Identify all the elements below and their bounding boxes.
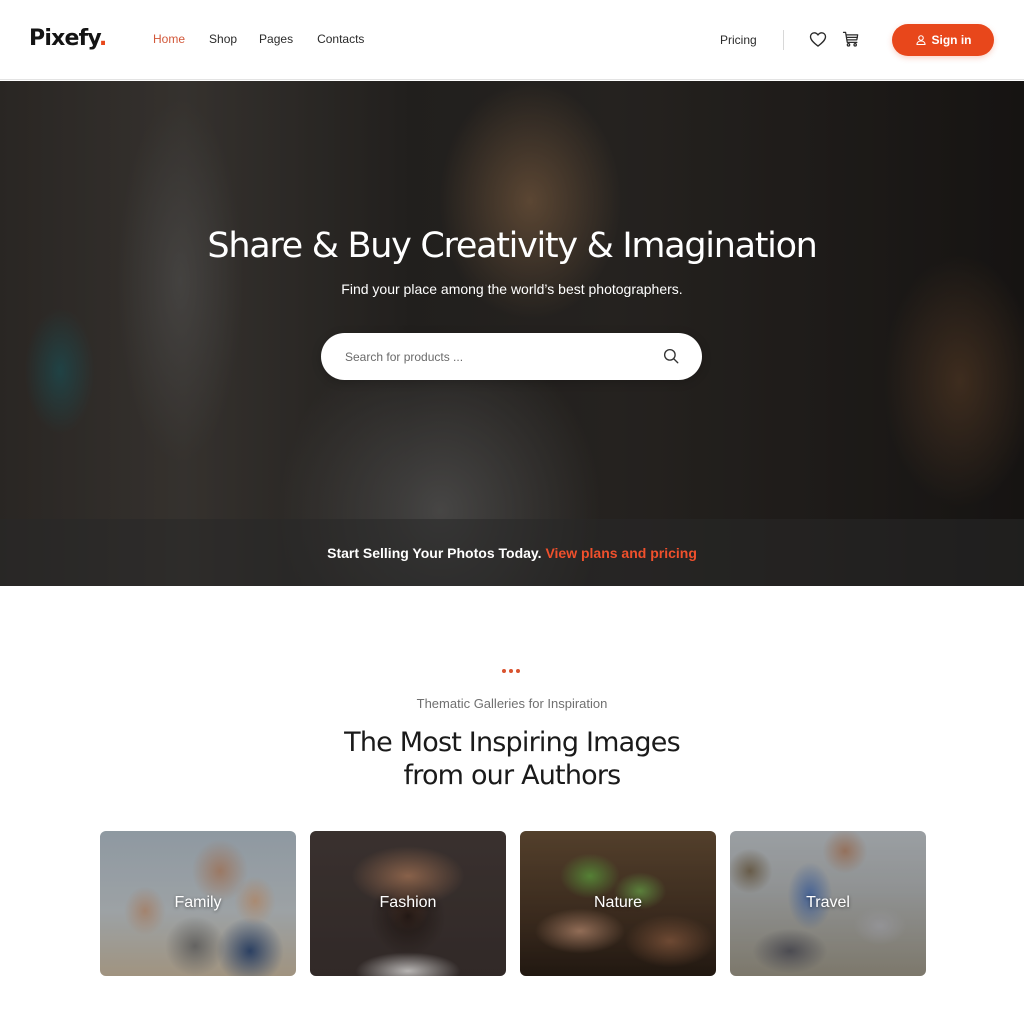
nav-contacts[interactable]: Contacts [317, 31, 364, 47]
search-icon[interactable] [662, 347, 680, 365]
card-label: Family [174, 894, 222, 911]
gallery-card-family[interactable]: Family [100, 831, 296, 976]
section-title-line-1: The Most Inspiring Images [344, 727, 681, 758]
cart-icon[interactable] [841, 29, 861, 49]
search-bar [321, 333, 702, 380]
card-label: Nature [593, 894, 643, 911]
view-plans-link[interactable]: View plans and pricing [545, 545, 696, 561]
header-divider [783, 30, 784, 50]
gallery-cards: Family Fashion Nature Travel [100, 831, 926, 976]
dot [516, 669, 520, 673]
card-label: Fashion [379, 894, 437, 911]
logo-dot: . [98, 26, 107, 51]
logo-text: Pixefy [29, 26, 100, 51]
hero-subtitle: Find your place among the world’s best p… [341, 281, 683, 297]
main-nav: Home Shop Pages Contacts [153, 31, 388, 47]
gallery-card-nature[interactable]: Nature [520, 831, 716, 976]
hero-cta-text: Start Selling Your Photos Today. View pl… [0, 544, 1024, 562]
nav-pages[interactable]: Pages [259, 31, 293, 47]
sign-in-label: Sign in [931, 33, 972, 47]
dot [502, 669, 506, 673]
gallery-card-travel[interactable]: Travel [730, 831, 926, 976]
logo[interactable]: Pixefy. [29, 24, 107, 54]
hero-title: Share & Buy Creativity & Imagination [207, 226, 817, 266]
user-icon [915, 35, 926, 46]
nav-shop[interactable]: Shop [209, 31, 237, 47]
site-header: Pixefy. Home Shop Pages Contacts Pricing… [0, 0, 1024, 80]
cta-statement: Start Selling Your Photos Today. [327, 545, 542, 561]
section-kicker: Thematic Galleries for Inspiration [416, 696, 608, 711]
nav-home[interactable]: Home [153, 31, 185, 47]
section-dots-decoration [502, 669, 520, 673]
pricing-link[interactable]: Pricing [720, 32, 757, 48]
dot [509, 669, 513, 673]
section-title: The Most Inspiring Images from our Autho… [0, 726, 1024, 792]
heart-icon[interactable] [808, 29, 828, 49]
hero-banner: Share & Buy Creativity & Imagination Fin… [0, 81, 1024, 586]
card-label: Travel [806, 894, 850, 911]
section-title-line-2: from our Authors [403, 760, 622, 791]
sign-in-button[interactable]: Sign in [892, 24, 994, 56]
gallery-card-fashion[interactable]: Fashion [310, 831, 506, 976]
search-input[interactable] [345, 349, 645, 364]
